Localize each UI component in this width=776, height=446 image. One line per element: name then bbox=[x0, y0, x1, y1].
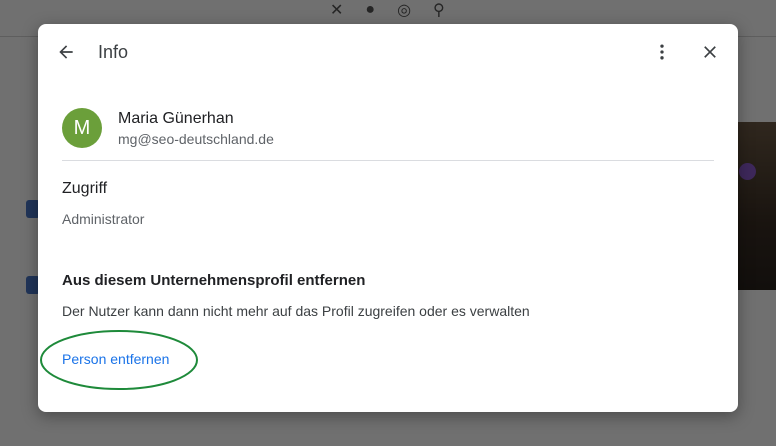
dialog-title: Info bbox=[98, 42, 129, 62]
arrow-back-icon bbox=[59, 45, 73, 59]
info-dialog: Info M Maria Günerhan mg@seo-deutschland… bbox=[38, 24, 738, 412]
remove-person-link[interactable]: Person entfernen bbox=[62, 351, 169, 367]
remove-section-description: Der Nutzer kann dann nicht mehr auf das … bbox=[62, 303, 530, 319]
more-options-button[interactable] bbox=[648, 38, 676, 66]
back-button[interactable] bbox=[52, 38, 80, 66]
user-email: mg@seo-deutschland.de bbox=[118, 131, 274, 147]
avatar: M bbox=[62, 108, 102, 148]
close-button[interactable] bbox=[696, 38, 724, 66]
screen: ✕ ● ◎ ⚲ Info bbox=[0, 0, 776, 446]
close-icon bbox=[704, 46, 716, 58]
access-heading: Zugriff bbox=[62, 180, 108, 197]
access-role: Administrator bbox=[62, 211, 145, 227]
divider bbox=[62, 160, 714, 161]
user-name: Maria Günerhan bbox=[118, 110, 234, 127]
more-vert-icon bbox=[660, 44, 664, 60]
dialog-header: Info bbox=[38, 24, 738, 80]
remove-section-heading: Aus diesem Unternehmensprofil entfernen bbox=[62, 272, 366, 289]
